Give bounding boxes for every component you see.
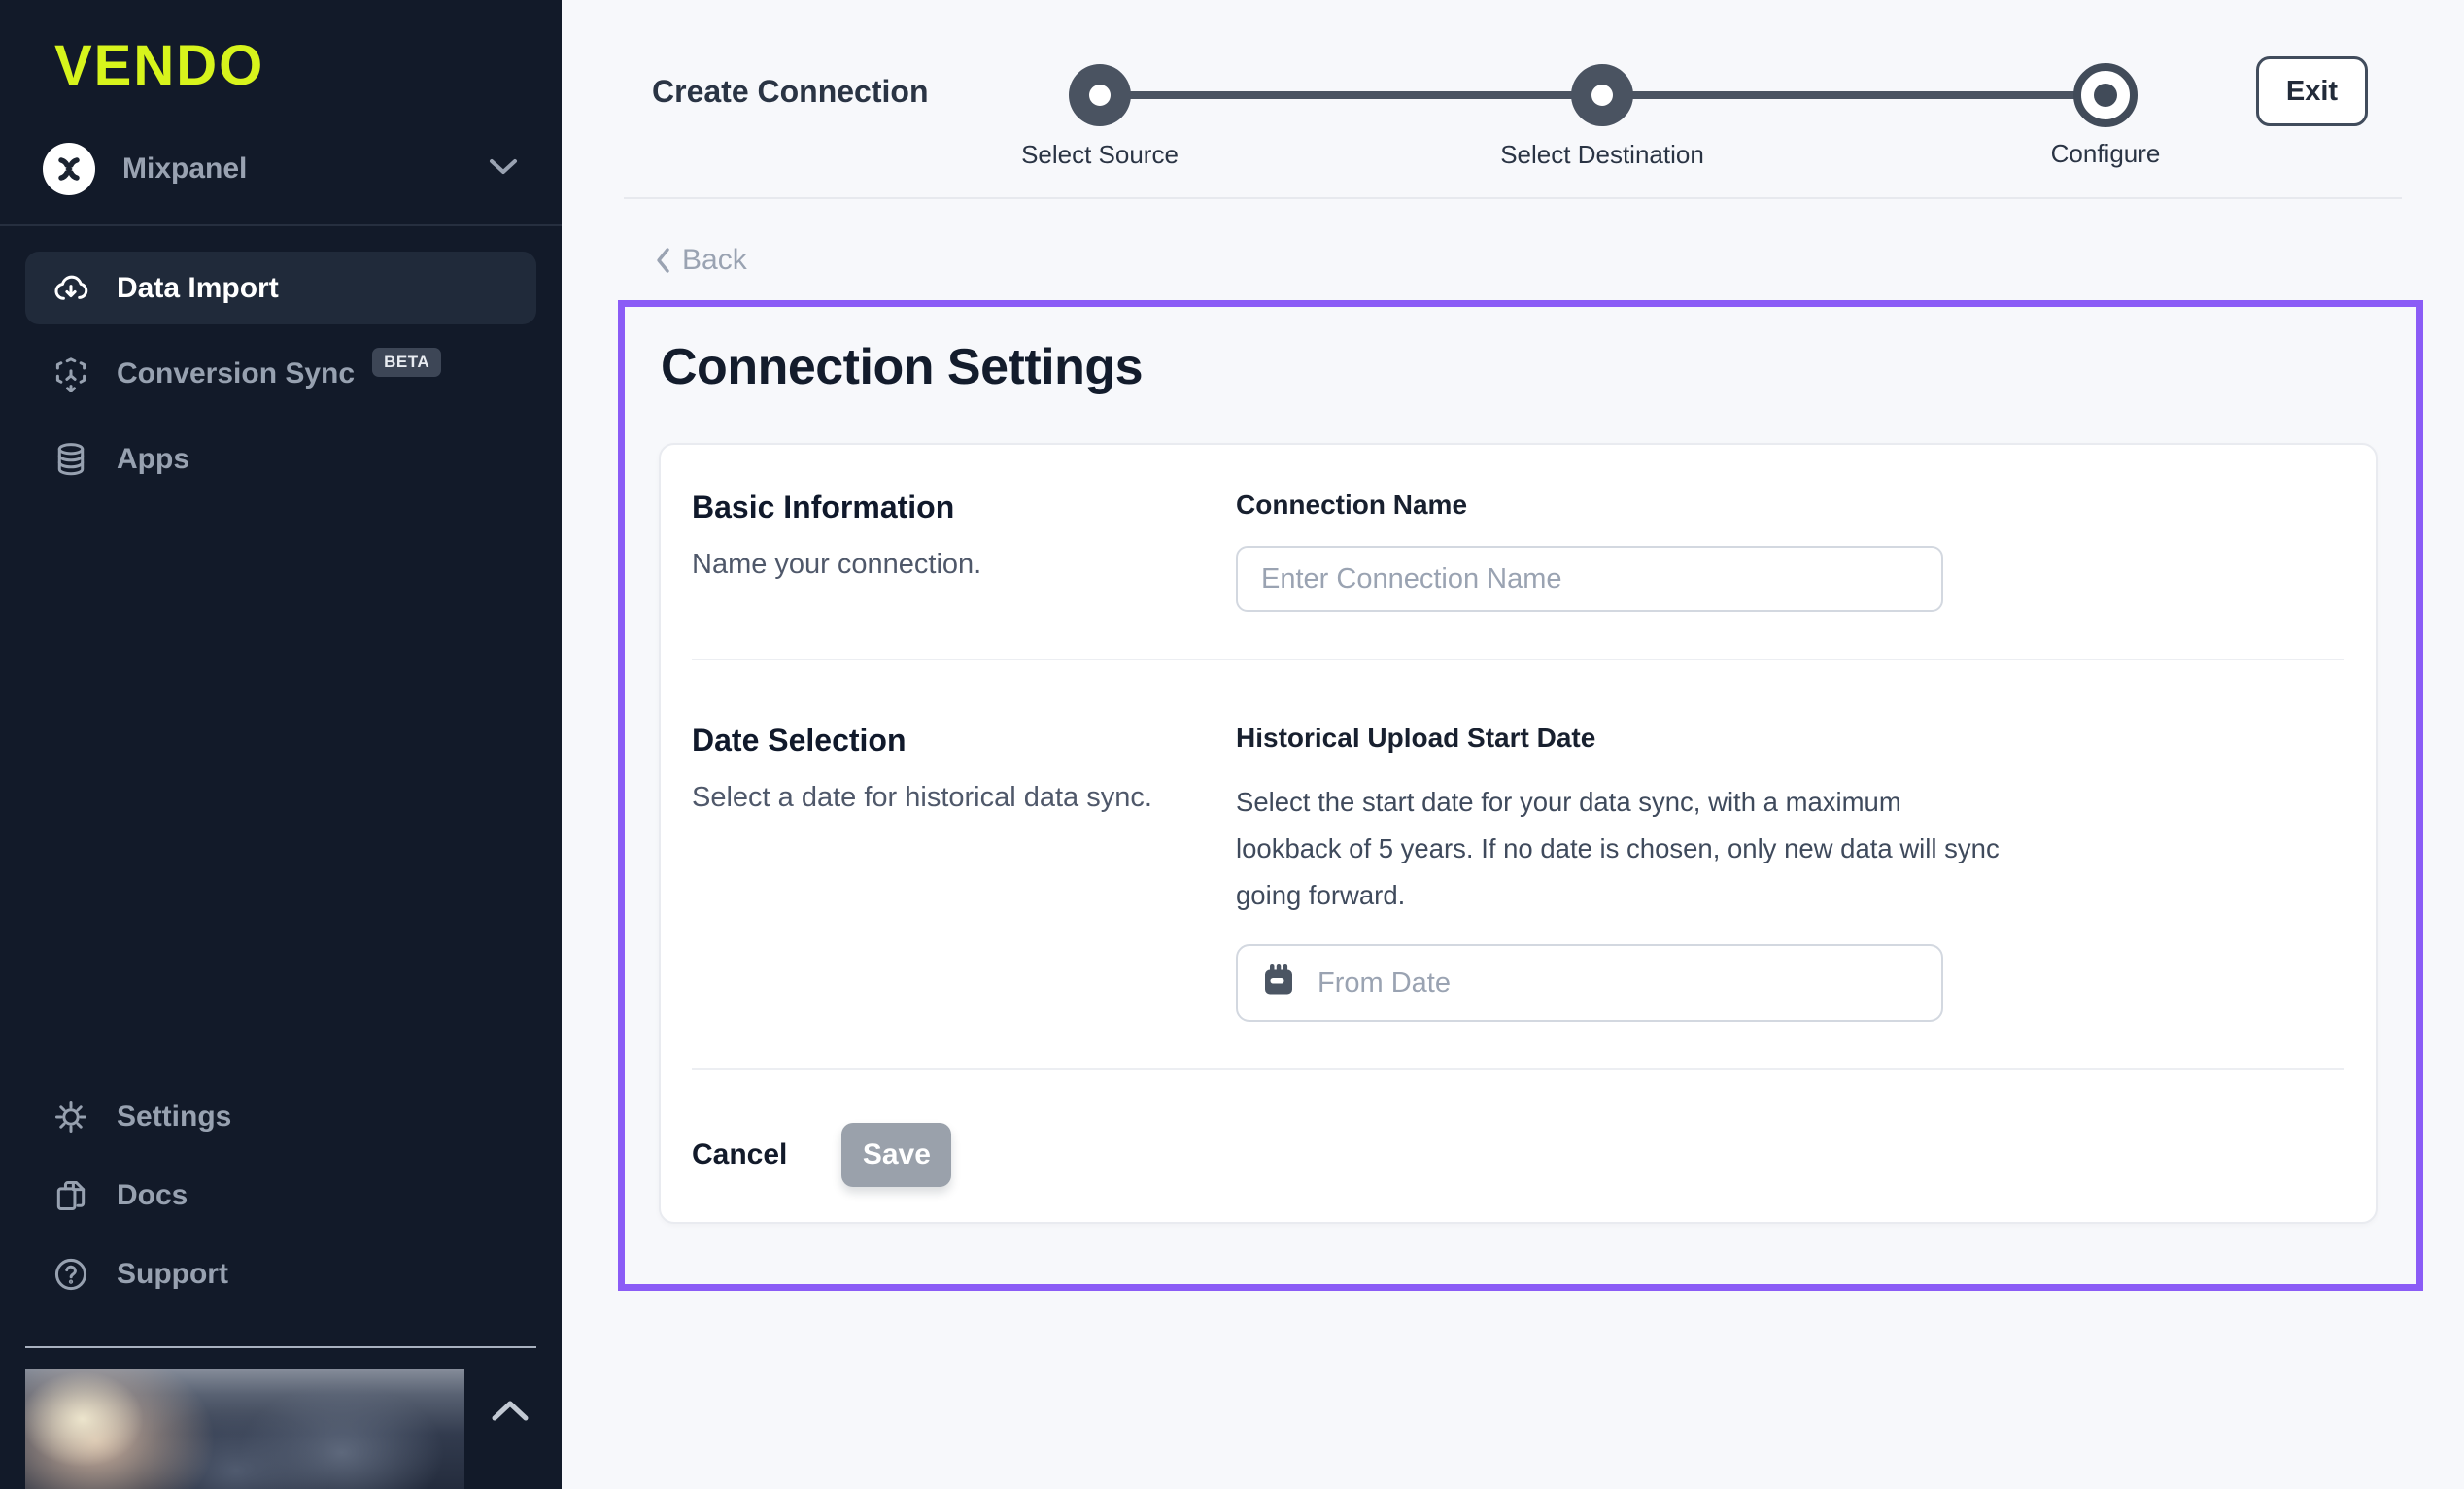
date-selection-intro: Date Selection Select a date for histori… xyxy=(692,723,1236,1022)
section-description: Name your connection. xyxy=(692,549,1236,581)
calendar-icon xyxy=(1261,963,1296,1004)
step-select-destination: Select Destination xyxy=(1571,64,1633,126)
sidebar-item-data-import[interactable]: Data Import xyxy=(25,252,536,324)
sidebar-item-label: Docs xyxy=(117,1179,188,1212)
gear-icon xyxy=(52,1099,89,1135)
connection-name-label: Connection Name xyxy=(1236,490,2013,521)
chevron-up-icon[interactable] xyxy=(490,1399,530,1429)
sidebar-nav: Data Import Conversion Sync BETA xyxy=(0,226,562,495)
wizard-title: Create Connection xyxy=(652,74,928,110)
basic-information-section: Basic Information Name your connection. … xyxy=(661,445,2376,659)
user-account-blurred[interactable] xyxy=(25,1369,464,1489)
step-dot-current xyxy=(2073,63,2138,127)
step-label: Select Source xyxy=(1021,140,1179,170)
step-label: Configure xyxy=(2051,139,2161,169)
form-actions: Cancel Save xyxy=(661,1070,2376,1222)
sync-nodes-icon xyxy=(52,355,89,392)
sidebar-item-label: Support xyxy=(117,1258,228,1291)
sidebar-item-docs[interactable]: Docs xyxy=(25,1159,536,1232)
back-label: Back xyxy=(682,244,747,277)
connection-name-field: Connection Name xyxy=(1236,490,2013,612)
from-date-wrapper xyxy=(1236,944,1943,1022)
step-dot-complete xyxy=(1571,64,1633,126)
sidebar-footer-nav: Settings Docs Support xyxy=(25,1080,536,1316)
step-configure: Configure xyxy=(2073,63,2138,127)
step-connector xyxy=(1631,91,2075,99)
step-select-source: Select Source xyxy=(1069,64,1131,126)
section-heading: Date Selection xyxy=(692,723,1236,759)
start-date-label: Historical Upload Start Date xyxy=(1236,723,2013,754)
step-label: Select Destination xyxy=(1500,140,1704,170)
database-icon xyxy=(52,441,89,478)
chevron-left-icon xyxy=(655,247,670,274)
sidebar-item-settings[interactable]: Settings xyxy=(25,1080,536,1153)
section-description: Select a date for historical data sync. xyxy=(692,782,1236,814)
from-date-input[interactable] xyxy=(1236,944,1943,1022)
cloud-download-icon xyxy=(52,270,89,307)
sidebar-item-support[interactable]: Support xyxy=(25,1237,536,1310)
back-link[interactable]: Back xyxy=(655,244,747,277)
main-area: Create Connection Select Source Select D… xyxy=(562,0,2464,1489)
connection-settings-panel: Connection Settings Basic Information Na… xyxy=(618,300,2423,1291)
workspace-name: Mixpanel xyxy=(122,152,247,186)
sidebar-item-label: Settings xyxy=(117,1100,231,1134)
step-connector xyxy=(1129,91,1573,99)
sidebar-item-apps[interactable]: Apps xyxy=(25,423,536,495)
section-heading: Basic Information xyxy=(692,490,1236,525)
sidebar-item-label: Apps xyxy=(117,443,189,476)
help-circle-icon xyxy=(52,1256,89,1293)
wizard-header: Create Connection Select Source Select D… xyxy=(562,0,2464,199)
exit-button[interactable]: Exit xyxy=(2256,56,2368,126)
basic-info-intro: Basic Information Name your connection. xyxy=(692,490,1236,612)
connection-name-input[interactable] xyxy=(1236,546,1943,612)
cancel-button[interactable]: Cancel xyxy=(692,1138,787,1171)
stepper: Select Source Select Destination Configu… xyxy=(1069,63,2138,127)
start-date-help-text: Select the start date for your data sync… xyxy=(1236,779,2003,919)
docs-icon xyxy=(52,1177,89,1214)
start-date-field: Historical Upload Start Date Select the … xyxy=(1236,723,2013,1022)
vendo-logo: VENDO xyxy=(54,33,562,98)
page-content: Back Connection Settings Basic Informati… xyxy=(562,199,2464,1489)
beta-badge: BETA xyxy=(372,348,441,377)
page-title: Connection Settings xyxy=(661,338,2378,396)
settings-card: Basic Information Name your connection. … xyxy=(659,443,2378,1224)
sidebar-item-conversion-sync[interactable]: Conversion Sync BETA xyxy=(25,337,536,410)
sidebar: VENDO Mixpanel xyxy=(0,0,562,1489)
sidebar-footer-divider xyxy=(25,1346,536,1348)
save-button[interactable]: Save xyxy=(841,1123,951,1187)
sidebar-item-label: Data Import xyxy=(117,272,279,305)
date-selection-section: Date Selection Select a date for histori… xyxy=(661,660,2376,1068)
sidebar-item-label: Conversion Sync xyxy=(117,357,355,390)
step-dot-complete xyxy=(1069,64,1131,126)
chevron-down-icon xyxy=(488,157,519,182)
mixpanel-logo-icon xyxy=(43,143,95,195)
workspace-switcher[interactable]: Mixpanel xyxy=(43,143,523,195)
